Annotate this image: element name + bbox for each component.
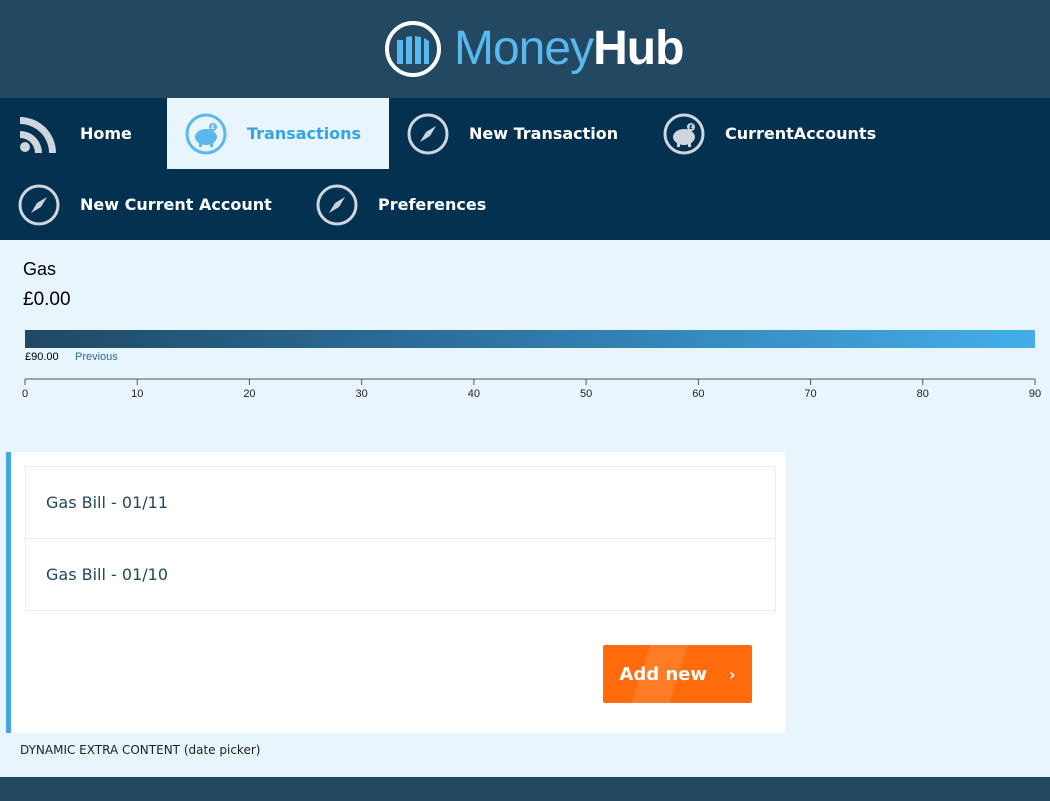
axis-tick-label: 30 <box>356 388 368 400</box>
nav-item-current-accounts[interactable]: £ CurrentAccounts <box>645 98 905 169</box>
nav-label-preferences: Preferences <box>378 195 487 214</box>
svg-text:£: £ <box>211 124 215 131</box>
compass-icon <box>407 113 449 154</box>
add-new-label: Add new <box>619 663 708 685</box>
axis-tick-label: 20 <box>243 388 255 400</box>
nav-label-home: Home <box>80 124 132 143</box>
axis-tick-label: 70 <box>804 388 816 400</box>
axis-tick-label: 40 <box>468 388 480 400</box>
axis-tick-label: 80 <box>917 388 929 400</box>
logo-text-money: Money <box>454 22 594 75</box>
axis-tick-label: 50 <box>580 388 592 400</box>
category-amount: £0.00 <box>23 289 71 310</box>
transaction-list: Gas Bill - 01/11 Gas Bill - 01/10 <box>25 466 776 611</box>
nav-label-new-transaction: New Transaction <box>469 124 619 143</box>
nav-label-transactions: Transactions <box>247 124 362 143</box>
previous-link[interactable]: Previous <box>75 351 118 363</box>
main-nav: Home £ Transactions New Transaction £ Cu… <box>0 98 1050 240</box>
axis-tick-label: 90 <box>1029 388 1041 400</box>
list-item[interactable]: Gas Bill - 01/10 <box>26 539 775 610</box>
extra-content-note: DYNAMIC EXTRA CONTENT (date picker) <box>20 743 261 757</box>
category-title: Gas <box>23 259 57 279</box>
logo-text: MoneyHub <box>454 20 684 78</box>
logo[interactable]: MoneyHub <box>384 20 684 78</box>
transactions-card: Gas Bill - 01/11 Gas Bill - 01/10 Add ne… <box>6 452 785 733</box>
logo-text-hub: Hub <box>593 22 684 75</box>
piggy-bank-icon: £ <box>663 113 705 154</box>
rss-icon <box>20 116 56 153</box>
moneyhub-logo-icon <box>385 21 441 77</box>
piggy-bank-icon: £ <box>185 113 227 154</box>
chevron-right-icon: › <box>729 664 736 684</box>
axis-tick-label: 0 <box>22 388 28 400</box>
progress-bar-label: £90.00 <box>25 351 59 363</box>
svg-text:£: £ <box>689 124 693 131</box>
app-header: MoneyHub <box>0 0 1050 98</box>
nav-label-new-current-account: New Current Account <box>80 195 272 214</box>
progress-axis: 0 10 20 30 40 50 60 70 80 90 <box>0 370 1050 410</box>
nav-item-new-current-account[interactable]: New Current Account <box>0 169 298 240</box>
budget-progress-bar <box>25 330 1035 348</box>
app-footer <box>0 777 1050 801</box>
nav-label-current-accounts: CurrentAccounts <box>725 124 877 143</box>
compass-icon <box>18 184 60 225</box>
nav-item-transactions[interactable]: £ Transactions <box>167 98 389 169</box>
nav-item-preferences[interactable]: Preferences <box>298 169 518 240</box>
axis-tick-label: 10 <box>131 388 143 400</box>
nav-item-home[interactable]: Home <box>0 98 167 169</box>
compass-icon <box>316 184 358 225</box>
axis-tick-label: 60 <box>692 388 704 400</box>
add-new-button[interactable]: Add new › <box>603 645 752 703</box>
list-item[interactable]: Gas Bill - 01/11 <box>26 467 775 539</box>
axis-svg: 0 10 20 30 40 50 60 70 80 90 <box>22 378 1041 400</box>
nav-item-new-transaction[interactable]: New Transaction <box>389 98 645 169</box>
